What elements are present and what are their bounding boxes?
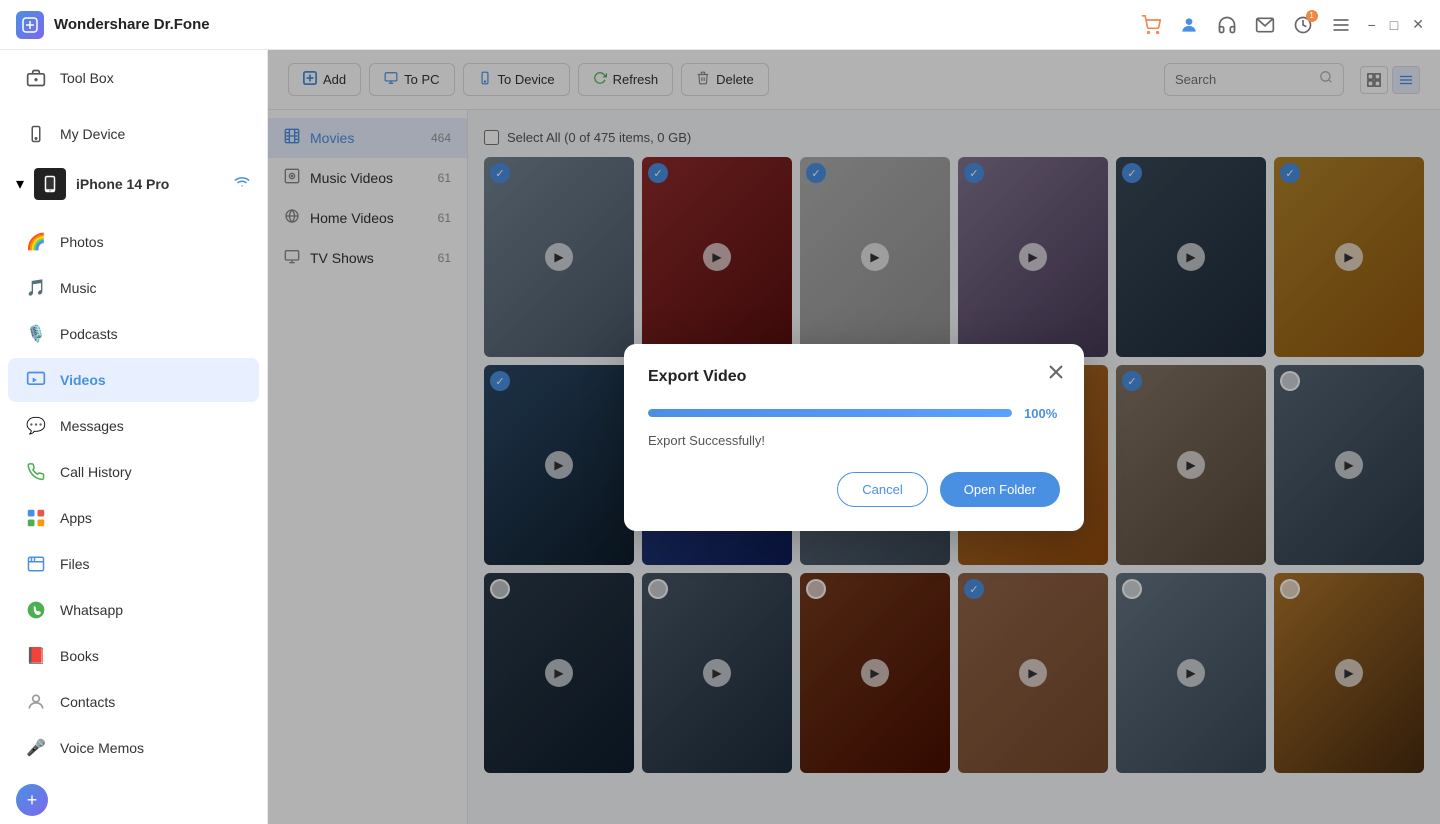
- progress-bar-bg: [648, 409, 1012, 417]
- sidebar-item-call-history[interactable]: Call History: [8, 450, 259, 494]
- device-header: ▾ iPhone 14 Pro: [0, 158, 267, 210]
- dialog-overlay: Export Video 100% Export Successfully! C…: [268, 50, 1440, 824]
- progress-percent: 100%: [1024, 406, 1060, 421]
- sidebar-item-messages[interactable]: 💬 Messages: [8, 404, 259, 448]
- device-info: iPhone 14 Pro: [76, 176, 169, 192]
- videos-icon: [24, 368, 48, 392]
- my-device-icon: [24, 122, 48, 146]
- whatsapp-label: Whatsapp: [60, 602, 123, 618]
- voice-memos-label: Voice Memos: [60, 740, 144, 756]
- apps-label: Apps: [60, 510, 92, 526]
- toolbox-section: Tool Box: [0, 50, 267, 106]
- maximize-button[interactable]: □: [1390, 17, 1398, 33]
- dialog-actions: Cancel Open Folder: [648, 472, 1060, 507]
- sidebar: Tool Box My Device ▾ iPhone 14 Pro: [0, 50, 268, 824]
- support-icon[interactable]: [1216, 14, 1238, 36]
- minimize-button[interactable]: −: [1368, 17, 1376, 33]
- files-label: Files: [60, 556, 90, 572]
- export-status: Export Successfully!: [648, 433, 1060, 448]
- files-icon: [24, 552, 48, 576]
- sidebar-item-podcasts[interactable]: 🎙️ Podcasts: [8, 312, 259, 356]
- device-name: iPhone 14 Pro: [76, 176, 169, 192]
- books-label: Books: [60, 648, 99, 664]
- call-history-label: Call History: [60, 464, 132, 480]
- contacts-label: Contacts: [60, 694, 115, 710]
- sidebar-item-books[interactable]: 📕 Books: [8, 634, 259, 678]
- device-phone-icon: [34, 168, 66, 200]
- music-icon: 🎵: [24, 276, 48, 300]
- app-logo: [16, 11, 44, 39]
- my-device-label: My Device: [60, 126, 125, 142]
- user-icon[interactable]: [1178, 14, 1200, 36]
- cart-icon[interactable]: [1140, 14, 1162, 36]
- photos-label: Photos: [60, 234, 104, 250]
- close-button[interactable]: ✕: [1412, 16, 1424, 33]
- toolbox-label: Tool Box: [60, 70, 114, 86]
- progress-container: 100%: [648, 406, 1060, 421]
- sidebar-item-photos[interactable]: 🌈 Photos: [8, 220, 259, 264]
- titlebar-icons: 1: [1140, 14, 1352, 36]
- content-area: Add To PC To Device Refresh: [268, 50, 1440, 824]
- list-icon[interactable]: [1330, 14, 1352, 36]
- progress-bar-fill: [648, 409, 1012, 417]
- call-history-icon: [24, 460, 48, 484]
- device-expand-chevron[interactable]: ▾: [16, 174, 24, 194]
- nav-section: 🌈 Photos 🎵 Music 🎙️ Podcasts Videos 💬 Me…: [0, 214, 267, 776]
- history-icon[interactable]: 1: [1292, 14, 1314, 36]
- app-title: Wondershare Dr.Fone: [54, 16, 1140, 33]
- toolbox-icon: [24, 66, 48, 90]
- open-folder-button[interactable]: Open Folder: [940, 472, 1060, 507]
- books-icon: 📕: [24, 644, 48, 668]
- titlebar: Wondershare Dr.Fone 1 − □ ✕: [0, 0, 1440, 50]
- add-button[interactable]: +: [16, 784, 48, 816]
- sidebar-bottom: +: [0, 776, 267, 824]
- wifi-icon: [233, 176, 251, 193]
- window-controls: − □ ✕: [1368, 16, 1424, 33]
- sidebar-item-contacts[interactable]: Contacts: [8, 680, 259, 724]
- dialog-close-button[interactable]: [1044, 360, 1068, 384]
- history-badge: 1: [1306, 10, 1318, 22]
- podcasts-label: Podcasts: [60, 326, 118, 342]
- sidebar-item-files[interactable]: Files: [8, 542, 259, 586]
- messages-label: Messages: [60, 418, 124, 434]
- sidebar-item-whatsapp[interactable]: Whatsapp: [8, 588, 259, 632]
- sidebar-item-toolbox[interactable]: Tool Box: [8, 56, 259, 100]
- export-dialog: Export Video 100% Export Successfully! C…: [624, 344, 1084, 531]
- mail-icon[interactable]: [1254, 14, 1276, 36]
- music-label: Music: [60, 280, 97, 296]
- sidebar-item-mydevice[interactable]: My Device: [8, 112, 259, 156]
- cancel-button[interactable]: Cancel: [837, 472, 927, 507]
- device-section: My Device ▾ iPhone 14 Pro: [0, 106, 267, 214]
- whatsapp-icon: [24, 598, 48, 622]
- sidebar-item-music[interactable]: 🎵 Music: [8, 266, 259, 310]
- sidebar-item-voice-memos[interactable]: 🎤 Voice Memos: [8, 726, 259, 770]
- podcasts-icon: 🎙️: [24, 322, 48, 346]
- apps-icon: [24, 506, 48, 530]
- messages-icon: 💬: [24, 414, 48, 438]
- sidebar-item-apps[interactable]: Apps: [8, 496, 259, 540]
- sidebar-item-videos[interactable]: Videos: [8, 358, 259, 402]
- voice-memos-icon: 🎤: [24, 736, 48, 760]
- videos-label: Videos: [60, 372, 106, 388]
- contacts-icon: [24, 690, 48, 714]
- main-layout: Tool Box My Device ▾ iPhone 14 Pro: [0, 50, 1440, 824]
- photos-icon: 🌈: [24, 230, 48, 254]
- dialog-title: Export Video: [648, 368, 1060, 386]
